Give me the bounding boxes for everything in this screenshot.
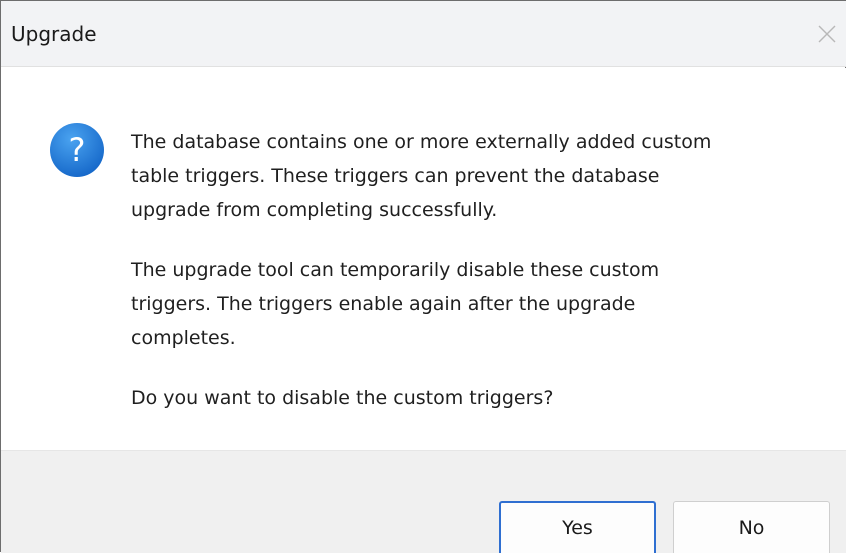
upgrade-dialog: Upgrade ? The database contains one or m…: [0, 0, 846, 553]
yes-button-label: Yes: [562, 517, 593, 539]
close-icon: [818, 25, 836, 43]
no-button-label: No: [738, 516, 765, 539]
question-glyph: ?: [69, 131, 86, 169]
dialog-title: Upgrade: [11, 22, 97, 46]
message-question: Do you want to disable the custom trigge…: [131, 387, 554, 409]
message-paragraph-2: The upgrade tool can temporarily disable…: [131, 259, 660, 349]
dialog-content: ? The database contains one or more exte…: [1, 68, 846, 450]
question-icon: ?: [50, 123, 104, 177]
dialog-footer: Yes No: [1, 450, 846, 553]
yes-button[interactable]: Yes: [499, 501, 656, 553]
close-button[interactable]: [816, 17, 846, 51]
dialog-message: The database contains one or more extern…: [131, 125, 821, 441]
message-paragraph-1: The database contains one or more extern…: [131, 131, 712, 221]
title-bar: Upgrade: [1, 1, 846, 67]
no-button[interactable]: No: [673, 501, 830, 553]
